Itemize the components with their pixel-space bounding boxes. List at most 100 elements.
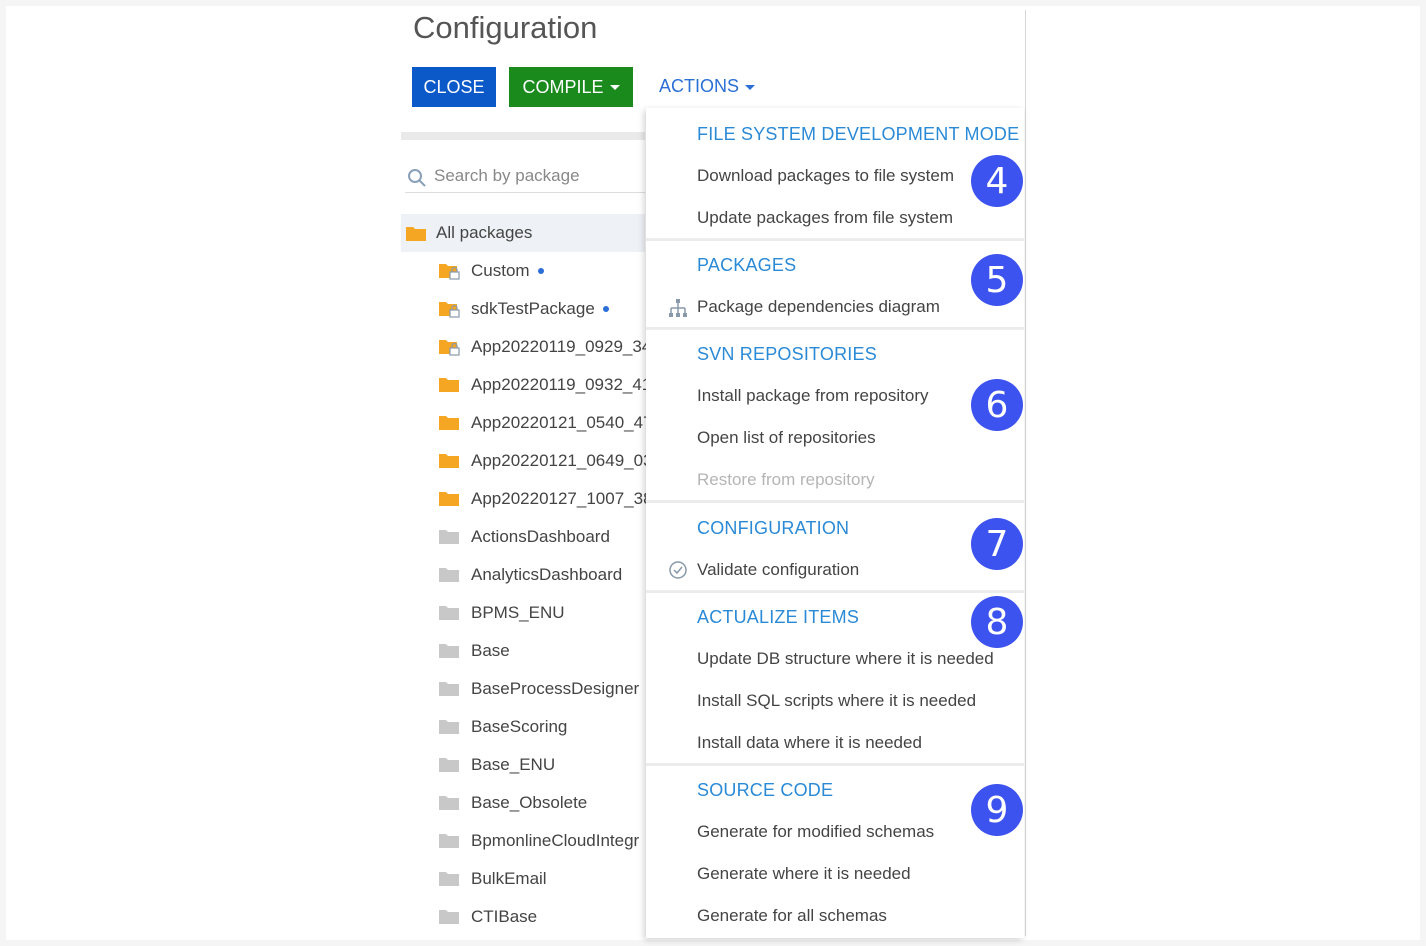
menu-item-generate-needed[interactable]: Generate where it is needed [697,864,911,884]
tree-item[interactable]: App20220119_0929_34 [439,328,651,366]
menu-heading-source-code: SOURCE CODE [697,780,834,800]
tree-item-label: App20220119_0932_41 [471,375,652,394]
hierarchy-icon [669,299,687,317]
tree-item[interactable]: AnalyticsDashboard [439,556,622,594]
modified-dot-icon [537,268,544,274]
menu-separator [646,327,1024,330]
actions-label: ACTIONS [659,76,740,96]
menu-heading-svn: SVN REPOSITORIES [697,344,877,364]
actions-menu-button[interactable]: ACTIONS [659,76,756,97]
menu-item-validate-configuration[interactable]: Validate configuration [697,560,859,580]
tree-item-label: BPMS_ENU [471,603,565,622]
tree-item-label: AnalyticsDashboard [471,565,623,584]
menu-item-generate-all[interactable]: Generate for all schemas [697,906,887,926]
tree-item-label: BulkEmail [471,869,547,888]
menu-item-generate-modified[interactable]: Generate for modified schemas [697,822,934,842]
callout-badge-4: 4 [971,155,1023,207]
chevron-down-icon [745,84,756,90]
menu-separator [646,763,1024,766]
menu-item-install-sql[interactable]: Install SQL scripts where it is needed [697,691,976,711]
locked-folder-icon [439,340,460,356]
folder-icon [439,454,459,468]
gray-folder-icon [439,682,459,696]
compile-button[interactable]: COMPILE [509,67,633,107]
page-title: Configuration [413,10,598,45]
menu-item-restore-repository: Restore from repository [697,470,875,489]
tree-item-label: App20220127_1007_38 [471,489,653,508]
tree-item-label: Base [471,641,510,660]
callout-badge-8: 8 [971,596,1023,648]
menu-heading-file-system: FILE SYSTEM DEVELOPMENT MODE [697,124,1020,144]
locked-folder-icon [439,302,460,318]
gray-folder-icon [439,606,459,620]
tree-item[interactable]: sdkTestPackage [439,290,609,328]
tree-item-label: BaseProcessDesigner [471,679,640,698]
gray-folder-icon [439,758,459,772]
package-search[interactable]: Search by package [405,162,645,193]
gray-folder-icon [439,568,459,582]
tree-item-label: CTIBase [471,907,538,926]
tree-item-label: App20220121_0649_03 [471,451,653,470]
menu-item-update-packages[interactable]: Update packages from file system [697,208,953,228]
menu-item-open-repositories[interactable]: Open list of repositories [697,428,876,448]
menu-item-install-package[interactable]: Install package from repository [697,386,929,406]
gray-folder-icon [439,720,459,734]
tree-item[interactable]: BaseScoring [439,708,567,746]
menu-item-package-dependencies[interactable]: Package dependencies diagram [697,297,940,317]
folder-icon [439,416,459,430]
gray-folder-icon [439,530,459,544]
tree-item[interactable]: BpmonlineCloudIntegr [439,822,639,860]
tree-item[interactable]: CTIBase [439,898,537,936]
gray-folder-icon [439,796,459,810]
tree-item-label: ActionsDashboard [471,527,610,546]
folder-icon [406,227,426,241]
actions-dropdown-menu: FILE SYSTEM DEVELOPMENT MODE Download pa… [646,108,1024,938]
tree-item[interactable]: BulkEmail [439,860,547,898]
tree-item[interactable]: App20220119_0932_41 [439,366,651,404]
callout-badge-5: 5 [971,254,1023,306]
close-button[interactable]: CLOSE [412,67,496,107]
close-button-label: CLOSE [423,76,485,97]
tree-item[interactable]: BPMS_ENU [439,594,565,632]
compile-button-label: COMPILE [522,76,604,97]
menu-item-install-data[interactable]: Install data where it is needed [697,733,922,753]
callout-badge-9: 9 [971,784,1023,836]
tree-item[interactable]: Base_ENU [439,746,555,784]
tree-item-label: sdkTestPackage [471,299,595,318]
folder-icon [439,378,459,392]
search-input[interactable]: Search by package [434,166,580,186]
tree-item-label: App20220121_0540_47 [471,413,653,432]
check-circle-icon [669,561,687,579]
tree-item[interactable]: Base_Obsolete [439,784,587,822]
menu-heading-packages: PACKAGES [697,255,797,275]
locked-folder-icon [439,264,460,280]
tree-item[interactable]: Base [439,632,510,670]
tree-item-label: Custom [471,261,530,280]
menu-item-download-packages[interactable]: Download packages to file system [697,166,954,186]
tree-item-label: BaseScoring [471,717,568,736]
tree-item[interactable]: BaseProcessDesigner [439,670,639,708]
folder-icon [439,492,459,506]
tree-item-label: BpmonlineCloudIntegr [471,831,640,850]
gray-folder-icon [439,834,459,848]
callout-badge-7: 7 [971,518,1023,570]
tree-item-all-packages[interactable]: All packages [401,214,645,252]
tree-item-label: App20220119_0929_34 [471,337,652,356]
tree-item[interactable]: ActionsDashboard [439,518,610,556]
menu-item-update-db-structure[interactable]: Update DB structure where it is needed [697,649,994,669]
tree-item[interactable]: App20220121_0649_03 [439,442,653,480]
modified-dot-icon [602,306,609,312]
toolbar-divider [401,132,645,140]
tree-item[interactable]: App20220121_0540_47 [439,404,653,442]
menu-separator [646,590,1024,593]
tree-item[interactable]: Custom [439,252,544,290]
gray-folder-icon [439,644,459,658]
tree-item[interactable]: App20220127_1007_38 [439,480,653,518]
menu-separator [646,500,1024,503]
callout-badge-6: 6 [971,379,1023,431]
gray-folder-icon [439,910,459,924]
tree-item-label: All packages [436,223,533,242]
search-icon [408,169,426,187]
gray-folder-icon [439,872,459,886]
menu-heading-configuration: CONFIGURATION [697,518,850,538]
